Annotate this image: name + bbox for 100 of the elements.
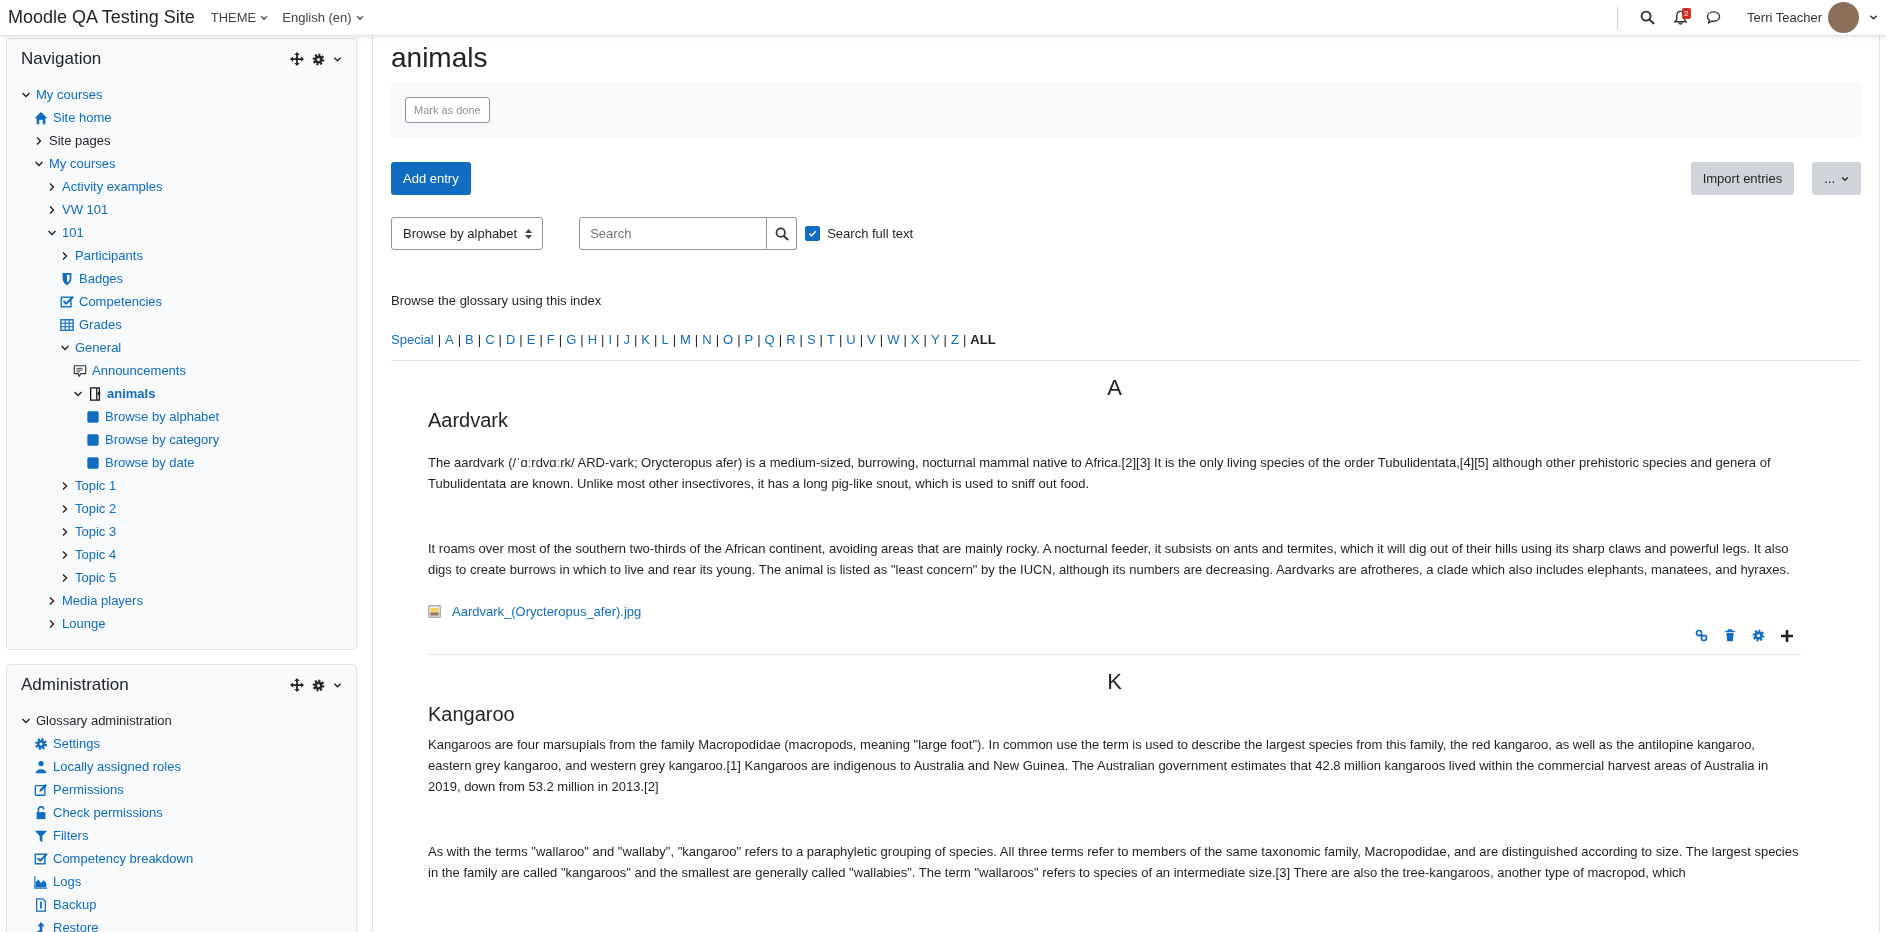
index-letter-link[interactable]: K bbox=[641, 332, 650, 347]
checkbox[interactable] bbox=[805, 226, 821, 241]
chevron-right-icon[interactable] bbox=[60, 250, 70, 261]
separator-text: | bbox=[819, 332, 823, 347]
nav-link[interactable]: 101 bbox=[62, 225, 84, 240]
nav-link[interactable]: My courses bbox=[49, 156, 116, 171]
index-letter-link[interactable]: W bbox=[887, 332, 900, 347]
nav-link[interactable]: Activity examples bbox=[62, 179, 163, 194]
search-button[interactable] bbox=[767, 217, 798, 250]
chevron-right-icon[interactable] bbox=[47, 618, 57, 629]
nav-link[interactable]: Filters bbox=[53, 828, 89, 843]
menu-dropdown[interactable]: THEME bbox=[208, 10, 271, 25]
nav-link[interactable]: Settings bbox=[53, 736, 100, 751]
chevron-right-icon[interactable] bbox=[47, 595, 57, 606]
index-letter-link[interactable]: I bbox=[608, 332, 613, 347]
nav-link[interactable]: Participants bbox=[75, 248, 143, 263]
nav-label[interactable]: Site pages bbox=[49, 133, 111, 148]
index-letter-link[interactable]: Special bbox=[391, 332, 434, 347]
add-entry-button[interactable]: Add entry bbox=[391, 162, 471, 195]
nav-link[interactable]: Topic 4 bbox=[75, 547, 117, 562]
index-letter-link[interactable]: M bbox=[680, 332, 691, 347]
move-icon[interactable] bbox=[290, 678, 304, 692]
nav-link[interactable]: Backup bbox=[53, 897, 97, 912]
nav-link[interactable]: Browse by category bbox=[105, 432, 220, 447]
index-letter-link[interactable]: Q bbox=[764, 332, 775, 347]
index-letter-link[interactable]: L bbox=[661, 332, 669, 347]
move-icon[interactable] bbox=[290, 52, 304, 66]
nav-link[interactable]: Logs bbox=[53, 874, 82, 889]
nav-link[interactable]: Restore bbox=[53, 920, 99, 932]
chevron-right-icon[interactable] bbox=[60, 480, 70, 491]
plus-icon[interactable] bbox=[1781, 629, 1793, 642]
index-letter-link[interactable]: B bbox=[465, 332, 474, 347]
index-letter-link[interactable]: H bbox=[587, 332, 598, 347]
chat-bubble-icon[interactable] bbox=[1706, 10, 1722, 25]
import-entries-button[interactable]: Import entries bbox=[1690, 162, 1795, 195]
chevron-right-icon[interactable] bbox=[60, 526, 70, 537]
gear-icon[interactable] bbox=[312, 52, 325, 66]
index-letter-link[interactable]: D bbox=[505, 332, 516, 347]
chevron-right-icon[interactable] bbox=[47, 181, 57, 192]
index-letter-link[interactable]: C bbox=[485, 332, 495, 347]
nav-link[interactable]: Check permissions bbox=[53, 805, 163, 820]
nav-link[interactable]: Browse by date bbox=[105, 455, 195, 470]
nav-link[interactable]: Grades bbox=[79, 317, 122, 332]
nav-link[interactable]: Lounge bbox=[62, 616, 106, 631]
index-letter-link[interactable]: Z bbox=[950, 332, 959, 347]
nav-link[interactable]: VW 101 bbox=[62, 202, 109, 217]
nav-label[interactable]: Glossary administration bbox=[36, 713, 172, 728]
index-letter-link[interactable]: U bbox=[846, 332, 856, 347]
nav-link[interactable]: Locally assigned roles bbox=[53, 759, 181, 774]
chevron-right-icon[interactable] bbox=[47, 204, 57, 215]
mark-as-done-button[interactable]: Mark as done bbox=[405, 97, 490, 123]
nav-link[interactable]: animals bbox=[107, 386, 156, 401]
user-name[interactable]: Terri Teacher bbox=[1747, 10, 1822, 25]
browse-mode-select[interactable]: Browse by alphabet bbox=[391, 217, 544, 250]
nav-link[interactable]: My courses bbox=[36, 87, 103, 102]
index-letter-link[interactable]: S bbox=[806, 332, 816, 347]
index-letter-link[interactable]: V bbox=[867, 332, 876, 347]
nav-link[interactable]: Topic 5 bbox=[75, 570, 117, 585]
index-letter-link[interactable]: N bbox=[702, 332, 712, 347]
index-letter-link[interactable]: E bbox=[526, 332, 536, 347]
chevron-right-icon[interactable] bbox=[60, 503, 70, 514]
search-field[interactable]: Search bbox=[579, 217, 768, 250]
nav-link[interactable]: Permissions bbox=[53, 782, 124, 797]
menu-dropdown[interactable]: English (en) bbox=[280, 10, 366, 25]
nav-link[interactable]: Topic 1 bbox=[75, 478, 117, 493]
chevron-right-icon[interactable] bbox=[60, 572, 70, 583]
trash-icon[interactable] bbox=[1724, 629, 1736, 642]
bell-icon[interactable] bbox=[1673, 10, 1689, 25]
nav-link[interactable]: Site home bbox=[53, 110, 112, 125]
nav-link[interactable]: Browse by alphabet bbox=[105, 409, 220, 424]
index-letter-link[interactable]: G bbox=[566, 332, 577, 347]
index-letter-link[interactable]: X bbox=[910, 332, 920, 347]
index-letter-link[interactable]: A bbox=[445, 332, 454, 347]
nav-link[interactable]: Topic 3 bbox=[75, 524, 117, 539]
link-icon[interactable] bbox=[1695, 629, 1708, 642]
nav-link[interactable]: Competency breakdown bbox=[53, 851, 194, 866]
more-menu-button[interactable]: ... bbox=[1812, 162, 1861, 195]
index-letter-link[interactable]: P bbox=[744, 332, 754, 347]
avatar[interactable] bbox=[1828, 2, 1859, 33]
nav-link[interactable]: Announcements bbox=[92, 363, 186, 378]
caret-icon[interactable] bbox=[1869, 13, 1878, 22]
site-name[interactable]: Moodle QA Testing Site bbox=[8, 7, 195, 28]
index-letter-link[interactable]: F bbox=[546, 332, 555, 347]
index-letter-link[interactable]: ALL bbox=[970, 332, 996, 347]
chevron-right-icon[interactable] bbox=[34, 135, 44, 146]
nav-link[interactable]: Badges bbox=[79, 271, 124, 286]
index-letter-link[interactable]: Y bbox=[930, 332, 940, 347]
index-letter-link[interactable]: R bbox=[786, 332, 796, 347]
index-letter-link[interactable]: O bbox=[723, 332, 734, 347]
checkbox-label[interactable]: Search full text bbox=[827, 226, 914, 241]
gear-icon[interactable] bbox=[312, 678, 325, 692]
index-letter-link[interactable]: J bbox=[623, 332, 630, 347]
nav-link[interactable]: General bbox=[75, 340, 122, 355]
nav-link[interactable]: Competencies bbox=[79, 294, 163, 309]
nav-link[interactable]: Topic 2 bbox=[75, 501, 117, 516]
chevron-right-icon[interactable] bbox=[60, 549, 70, 560]
attachment-link[interactable]: Aardvark_(Orycteropus_afer).jpg bbox=[452, 604, 642, 619]
search-icon[interactable] bbox=[1640, 10, 1656, 25]
index-letter-link[interactable]: T bbox=[826, 332, 835, 347]
nav-link[interactable]: Media players bbox=[62, 593, 143, 608]
